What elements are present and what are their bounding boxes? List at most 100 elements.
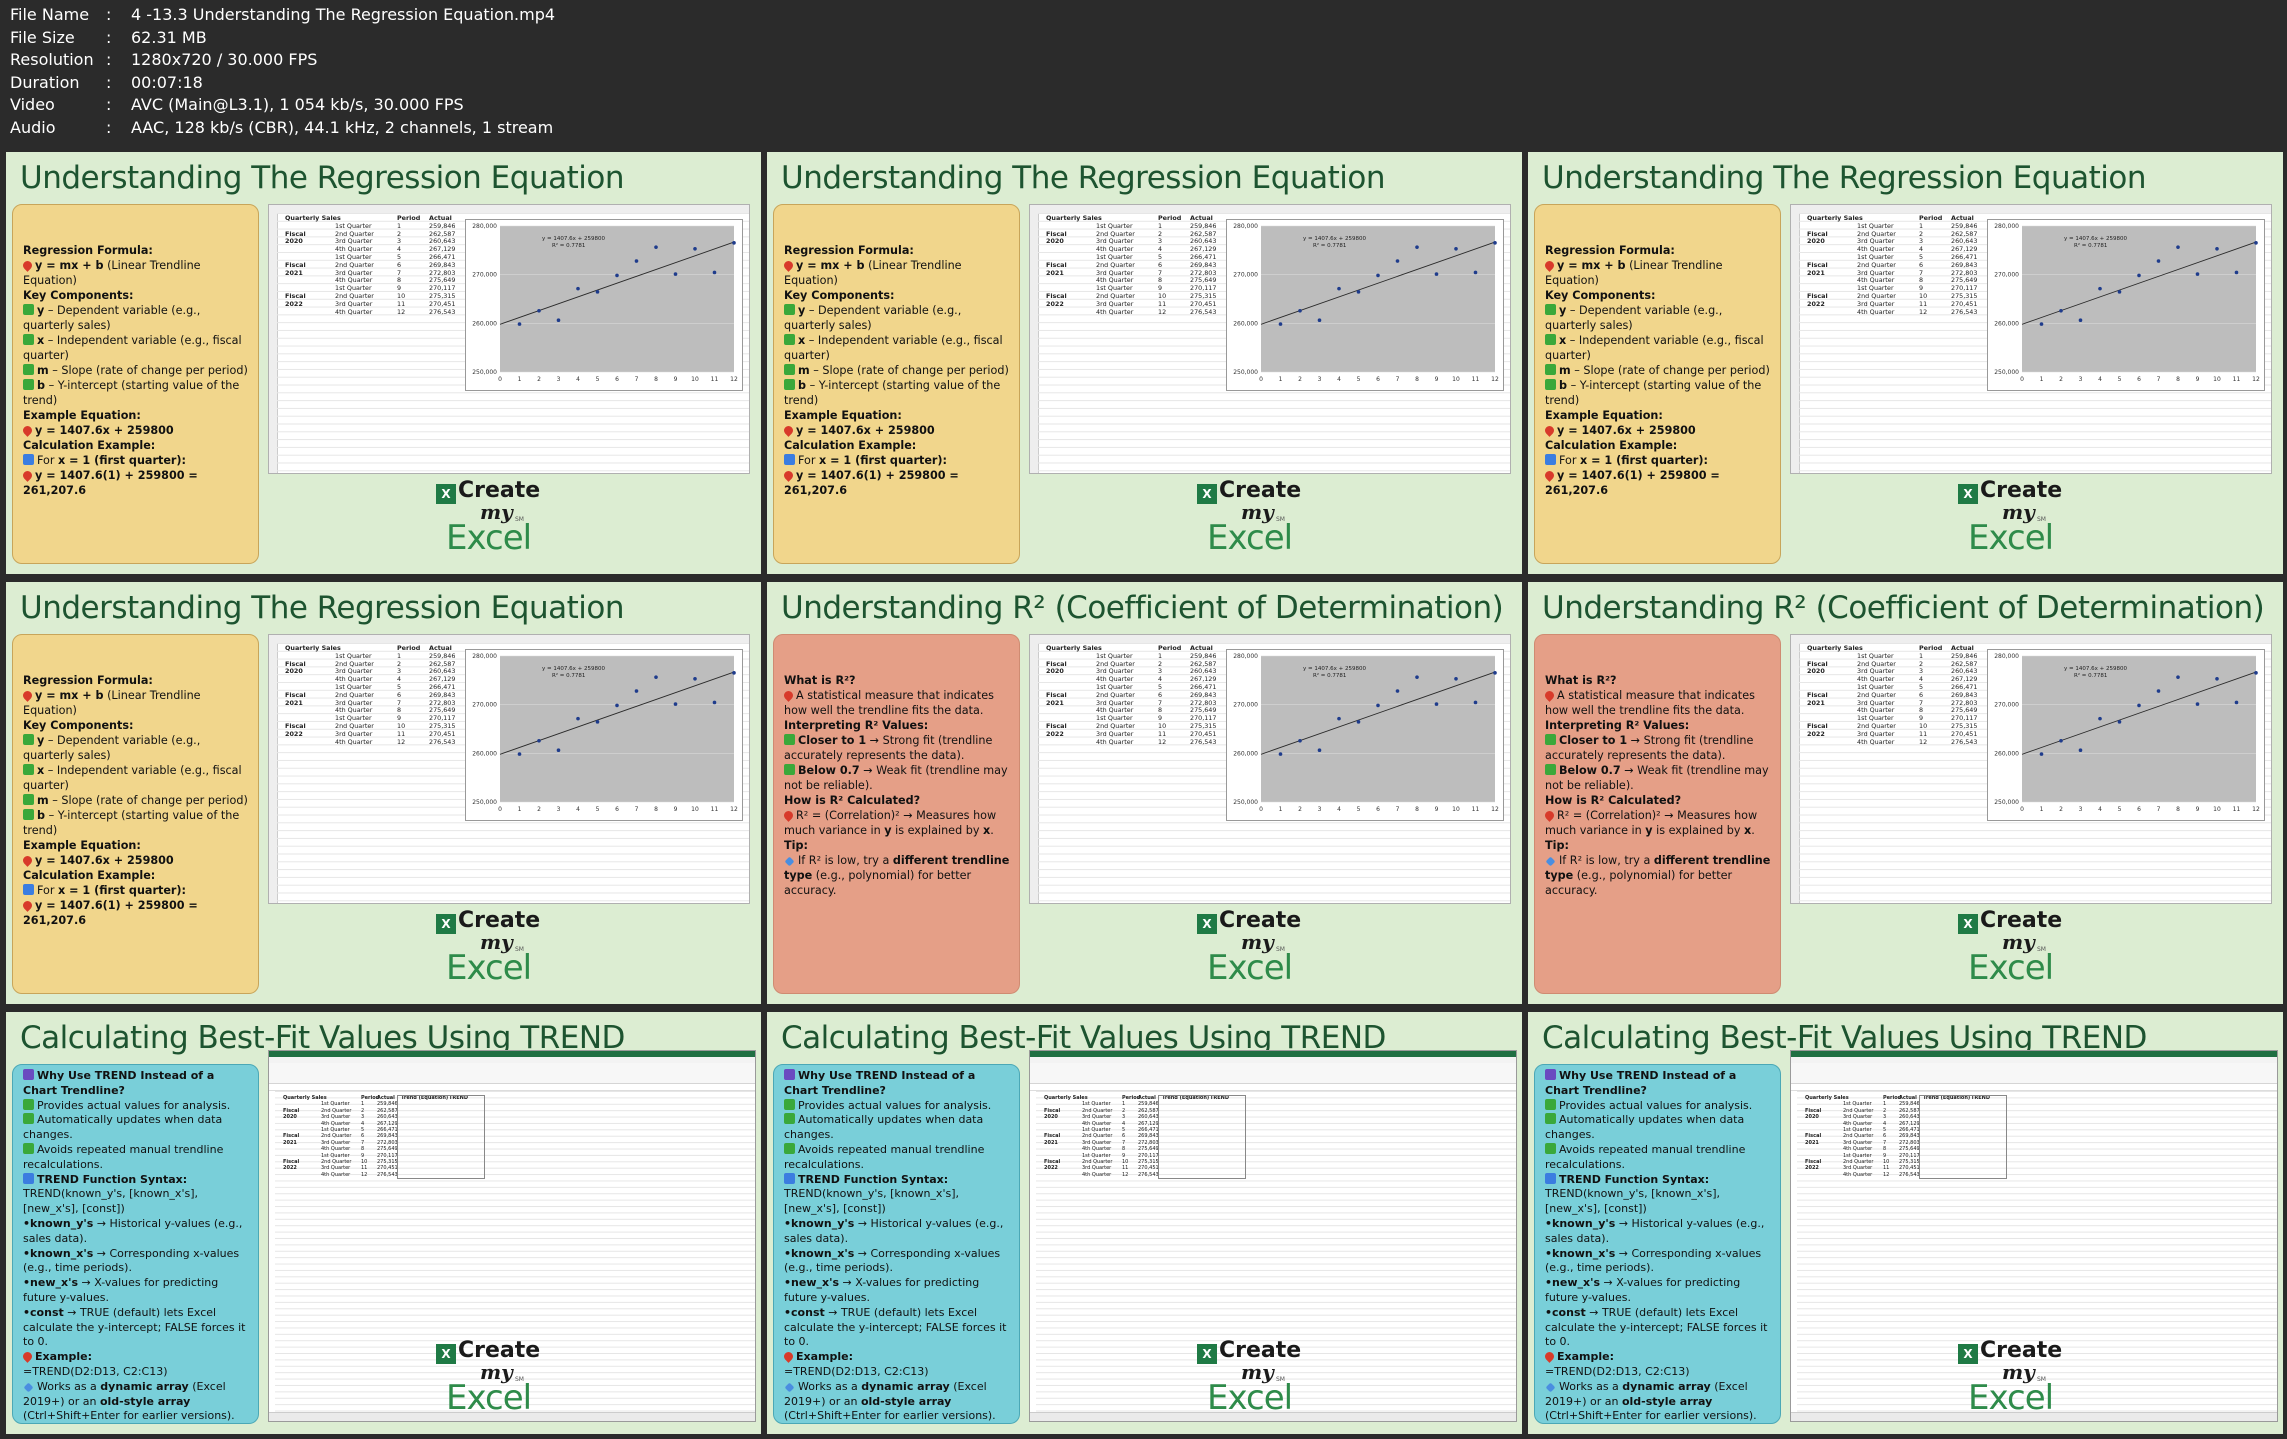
table-cell[interactable]: 4th Quarter: [335, 308, 372, 317]
notes-line: TREND Function Syntax:: [23, 1172, 250, 1188]
table-cell[interactable]: 4th Quarter: [1857, 738, 1894, 747]
notes-line: Regression Formula:: [23, 243, 250, 258]
table-cell[interactable]: 2021: [1046, 699, 1064, 708]
slide-thumbnail[interactable]: Calculating Best-Fit Values Using TREND W…: [6, 1012, 761, 1434]
notes-bold-text: •known_y's: [1545, 1216, 1616, 1230]
notes-bold-text: What is R²?: [1545, 674, 1617, 687]
notes-line: How is R² Calculated?: [784, 793, 1011, 808]
slide-thumbnail[interactable]: Calculating Best-Fit Values Using TREND W…: [767, 1012, 1522, 1434]
formula-bar[interactable]: [1030, 1084, 1516, 1091]
slide-thumbnail[interactable]: Understanding R² (Coefficient of Determi…: [767, 582, 1522, 1004]
notes-bold-text: How is R² Calculated?: [784, 794, 921, 807]
x-tick-label: 9: [1435, 376, 1439, 383]
data-point: [2195, 702, 2200, 706]
formula-bar[interactable]: [1791, 1084, 2277, 1091]
table-cell[interactable]: 2021: [1807, 699, 1825, 708]
table-cell[interactable]: 276,543: [429, 738, 455, 747]
slide-thumbnail[interactable]: Understanding The Regression Equation Reg…: [6, 152, 761, 574]
x-tick-label: 0: [2020, 806, 2024, 813]
data-point: [2078, 748, 2083, 753]
table-cell[interactable]: 4th Quarter: [1096, 308, 1133, 317]
table-cell[interactable]: 2021: [285, 269, 303, 278]
table-cell[interactable]: 2022: [285, 730, 303, 739]
file-info-key: File Size: [10, 27, 75, 47]
table-cell[interactable]: 12: [397, 308, 417, 317]
table-cell[interactable]: 276,543: [1951, 308, 1977, 317]
notes-line: Works as a dynamic array (Excel 2019+) o…: [23, 1380, 250, 1423]
notes-text: Automatically updates when data changes.: [1545, 1113, 1745, 1142]
x-tick-label: 10: [1452, 806, 1460, 813]
notes-line: y = 1407.6(1) + 259800 = 261,207.6: [782, 468, 1011, 498]
table-cell[interactable]: 276,543: [1899, 1172, 1920, 1178]
table-cell[interactable]: 4th Quarter: [1843, 1172, 1872, 1178]
table-cell[interactable]: 12: [1158, 738, 1178, 747]
table-cell[interactable]: 12: [1158, 308, 1178, 317]
table-cell[interactable]: 2022: [285, 300, 303, 309]
table-cell[interactable]: 2020: [1046, 668, 1064, 676]
table-cell[interactable]: 2020: [285, 668, 303, 676]
table-cell[interactable]: 2021: [1046, 269, 1064, 278]
x-tick-label: 2: [537, 806, 541, 813]
table-cell[interactable]: 12: [397, 738, 417, 747]
y-tick-label: 270,000: [1233, 272, 1258, 279]
table-cell[interactable]: 276,543: [1951, 738, 1977, 747]
table-cell[interactable]: 4th Quarter: [321, 1172, 350, 1178]
table-cell[interactable]: 4th Quarter: [1096, 738, 1133, 747]
notes-bold-text: TREND Function Syntax:: [798, 1172, 949, 1186]
y-tick-label: 250,000: [1994, 369, 2019, 376]
notes-line: Key Components:: [784, 288, 1011, 303]
trendline-equation-label: y = 1407.6x + 259800: [542, 666, 605, 672]
table-cell[interactable]: 276,543: [377, 1172, 398, 1178]
notes-line: •known_y's → Historical y-values (e.g., …: [784, 1217, 1011, 1247]
excel-ribbon[interactable]: [269, 1063, 755, 1084]
notes-bold-text: •known_x's: [784, 1246, 855, 1260]
formula-bar[interactable]: [269, 1084, 755, 1091]
table-cell[interactable]: 276,543: [1190, 738, 1216, 747]
excel-ribbon[interactable]: [1791, 1063, 2277, 1084]
notes-line: Works as a dynamic array (Excel 2019+) o…: [1545, 1380, 1772, 1423]
data-point: [2059, 308, 2063, 313]
table-cell[interactable]: 2021: [1807, 269, 1825, 278]
data-point: [2176, 245, 2180, 249]
table-cell[interactable]: 2021: [285, 699, 303, 708]
excel-ribbon[interactable]: [1030, 1063, 1516, 1084]
notes-line: Interpreting R² Values:: [784, 718, 1011, 733]
table-cell[interactable]: 2020: [285, 238, 303, 246]
data-point: [517, 322, 522, 326]
slide-thumbnail[interactable]: Understanding The Regression Equation Reg…: [1528, 152, 2283, 574]
table-cell[interactable]: 276,543: [1190, 308, 1216, 317]
notes-line: What is R²?: [784, 673, 1011, 688]
slide-thumbnail[interactable]: Understanding R² (Coefficient of Determi…: [1528, 582, 2283, 1004]
notes-panel: Regression Formula: y = mx + b (Linear Tr…: [773, 204, 1020, 564]
table-cell[interactable]: 2020: [1046, 238, 1064, 246]
pin-icon: [782, 469, 795, 482]
table-cell[interactable]: 12: [1919, 308, 1939, 317]
data-point: [2117, 290, 2122, 294]
table-cell[interactable]: 2022: [1807, 300, 1825, 309]
notes-text: .: [990, 824, 994, 837]
slide-thumbnail[interactable]: Understanding The Regression Equation Reg…: [6, 582, 761, 1004]
x-tick-label: 11: [2233, 376, 2241, 383]
table-cell[interactable]: 2022: [1807, 730, 1825, 739]
excel-x-icon: X: [1958, 914, 1978, 934]
pin-icon: [782, 259, 795, 272]
data-point: [1376, 703, 1380, 708]
table-cell[interactable]: 4th Quarter: [1857, 308, 1894, 317]
file-info-row: File Name:4 -13.3 Understanding The Regr…: [10, 4, 710, 26]
plot-area: [2022, 656, 2256, 802]
x-tick-label: 5: [2118, 806, 2122, 813]
table-cell[interactable]: 276,543: [429, 308, 455, 317]
table-cell[interactable]: 4th Quarter: [1082, 1172, 1111, 1178]
table-cell[interactable]: 276,543: [1138, 1172, 1159, 1178]
table-cell[interactable]: 12: [1919, 738, 1939, 747]
slide-thumbnail[interactable]: Calculating Best-Fit Values Using TREND W…: [1528, 1012, 2283, 1434]
table-cell[interactable]: 2020: [1807, 668, 1825, 676]
table-cell[interactable]: 2020: [1807, 238, 1825, 246]
table-cell[interactable]: 4th Quarter: [335, 738, 372, 747]
table-cell[interactable]: 2022: [1046, 730, 1064, 739]
notes-bold-text: •known_y's: [784, 1216, 855, 1230]
table-row: 4th Quarter 12 276,543: [281, 738, 469, 747]
create-my-excel-logo: X Create my Excel SM: [436, 908, 540, 998]
slide-thumbnail[interactable]: Understanding The Regression Equation Reg…: [767, 152, 1522, 574]
table-cell[interactable]: 2022: [1046, 300, 1064, 309]
